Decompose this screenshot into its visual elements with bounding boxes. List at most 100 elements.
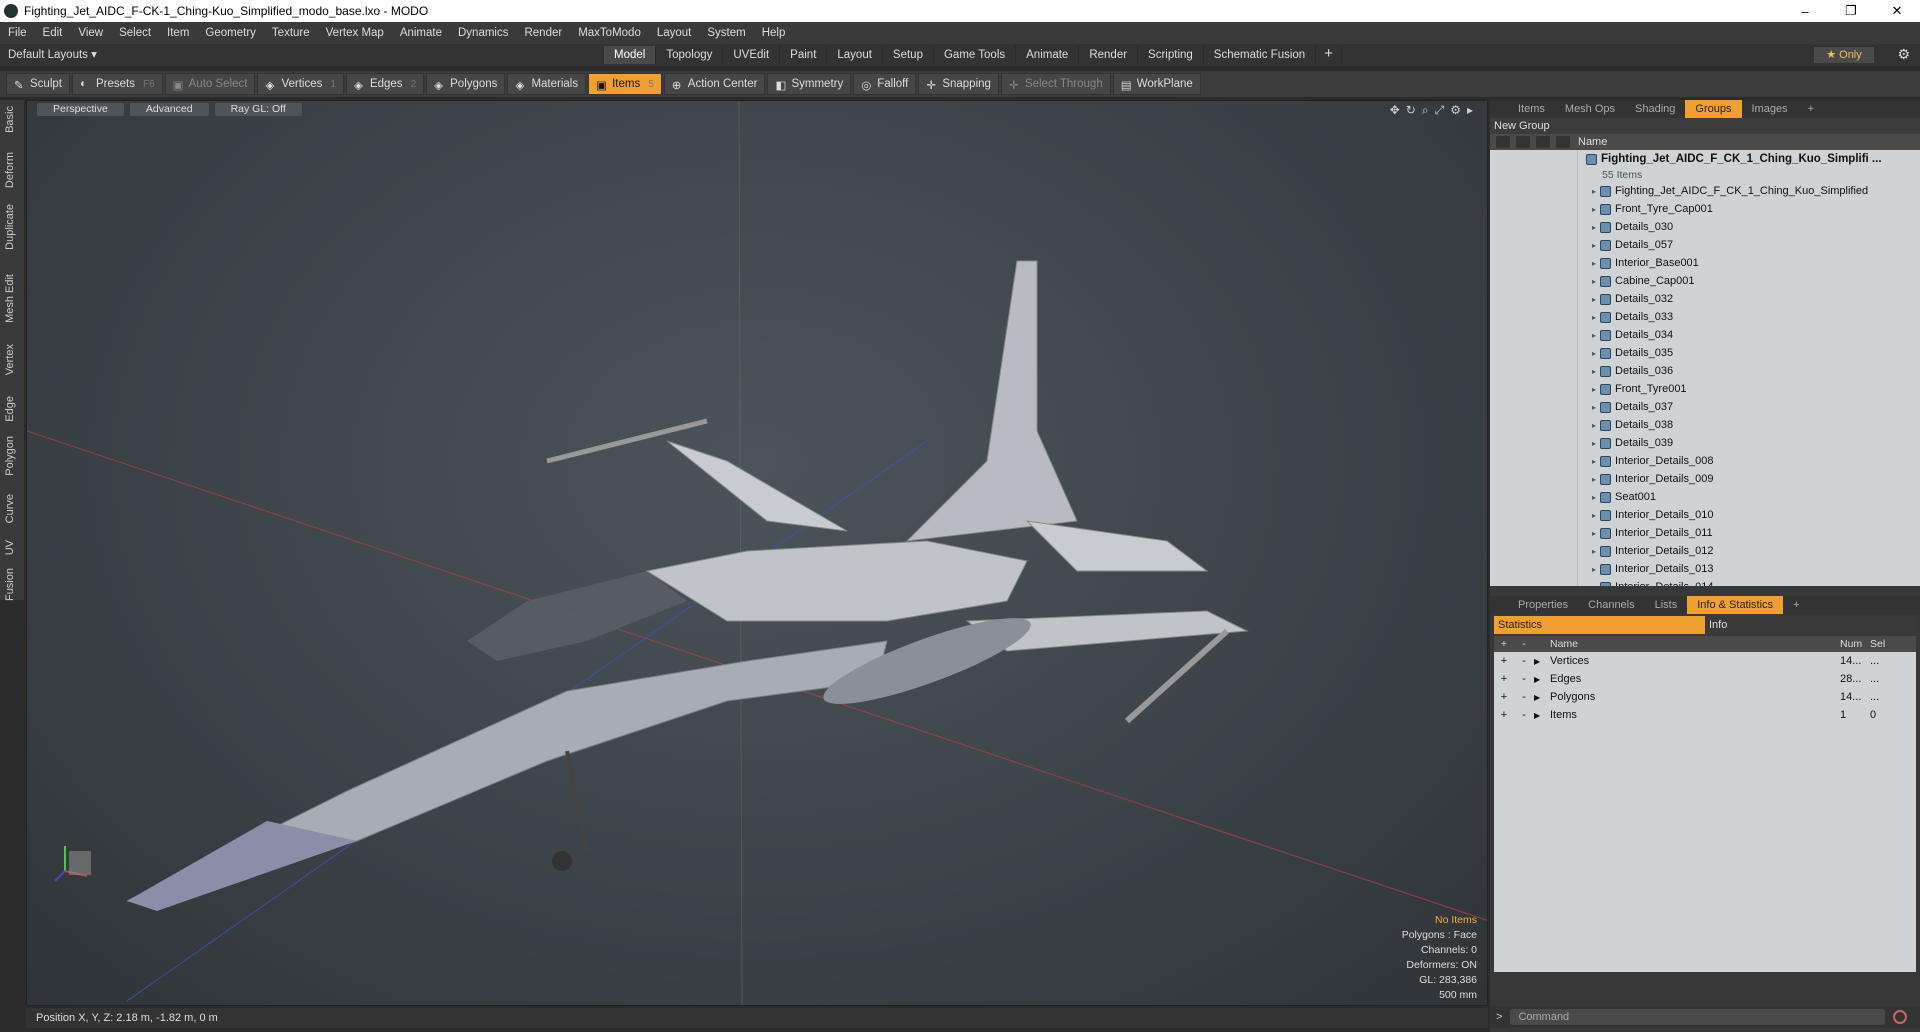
list-item[interactable]: ▸ Seat001 bbox=[1490, 488, 1920, 506]
side-tab-deform[interactable]: Deform bbox=[4, 152, 16, 188]
side-tab-duplicate[interactable]: Duplicate bbox=[4, 204, 16, 250]
triangle-icon[interactable]: ▶ bbox=[1534, 657, 1550, 666]
expand-plus-icon[interactable]: + bbox=[1494, 709, 1514, 721]
tab-animate[interactable]: Animate bbox=[1016, 46, 1080, 64]
list-item[interactable]: ▸ Interior_Details_010 bbox=[1490, 506, 1920, 524]
tab-uvedit[interactable]: UVEdit bbox=[723, 46, 781, 64]
list-item[interactable]: ▸ Interior_Details_012 bbox=[1490, 542, 1920, 560]
raygl-toggle[interactable]: Ray GL: Off bbox=[214, 103, 302, 116]
info-tab-properties[interactable]: Properties bbox=[1508, 596, 1578, 614]
tab-schematic-fusion[interactable]: Schematic Fusion bbox=[1204, 46, 1317, 64]
snapping-button[interactable]: ✛ Snapping bbox=[918, 73, 999, 95]
maximize-button[interactable]: ❐ bbox=[1828, 0, 1874, 22]
list-item[interactable]: ▸ Details_037 bbox=[1490, 398, 1920, 416]
list-item[interactable]: ▸ Details_034 bbox=[1490, 326, 1920, 344]
auto-select-button[interactable]: ▣ Auto Select bbox=[164, 73, 256, 95]
menu-item-help[interactable]: Help bbox=[754, 27, 794, 39]
expand-plus-icon[interactable]: + bbox=[1494, 691, 1514, 703]
list-item[interactable]: ▸ Interior_Details_008 bbox=[1490, 452, 1920, 470]
layout-selector[interactable]: Default Layouts ▾ bbox=[8, 47, 97, 61]
materials-button[interactable]: ◈ Materials bbox=[507, 73, 587, 95]
list-item[interactable]: ▸ Details_030 bbox=[1490, 218, 1920, 236]
edges-button[interactable]: ◈ Edges 2 bbox=[345, 73, 425, 95]
list-item[interactable]: ▸ Interior_Details_014 bbox=[1490, 578, 1920, 586]
expand-arrow-icon[interactable]: ▸ bbox=[1592, 583, 1596, 587]
expand-arrow-icon[interactable]: ▸ bbox=[1592, 529, 1596, 538]
command-input[interactable]: Command bbox=[1510, 1009, 1886, 1025]
rotate-icon[interactable]: ↻ bbox=[1406, 103, 1416, 118]
expand-plus-icon[interactable]: + bbox=[1494, 673, 1514, 685]
expand-arrow-icon[interactable]: ▸ bbox=[1592, 295, 1596, 304]
expand-arrow-icon[interactable]: ▸ bbox=[1592, 457, 1596, 466]
list-item[interactable]: ▸ Front_Tyre_Cap001 bbox=[1490, 200, 1920, 218]
list-item[interactable]: ▸ Interior_Base001 bbox=[1490, 254, 1920, 272]
info-tab-lists[interactable]: Lists bbox=[1645, 596, 1688, 614]
list-item[interactable]: ▸ Details_039 bbox=[1490, 434, 1920, 452]
settings-icon[interactable]: ⚙ bbox=[1450, 103, 1461, 118]
eye-icon[interactable] bbox=[1496, 136, 1510, 148]
list-item[interactable]: ▸ Details_036 bbox=[1490, 362, 1920, 380]
minimize-button[interactable]: – bbox=[1782, 0, 1828, 22]
expand-plus-icon[interactable]: + bbox=[1494, 655, 1514, 667]
triangle-icon[interactable]: ▶ bbox=[1534, 675, 1550, 684]
list-item[interactable]: ▸ Front_Tyre001 bbox=[1490, 380, 1920, 398]
tab-setup[interactable]: Setup bbox=[883, 46, 934, 64]
expand-arrow-icon[interactable]: ▸ bbox=[1592, 403, 1596, 412]
scene-tab-images[interactable]: Images bbox=[1742, 100, 1798, 118]
tab-game-tools[interactable]: Game Tools bbox=[934, 46, 1017, 64]
list-item[interactable]: ▸ Details_038 bbox=[1490, 416, 1920, 434]
side-tab-curve[interactable]: Curve bbox=[4, 494, 16, 523]
menu-item-dynamics[interactable]: Dynamics bbox=[450, 27, 516, 39]
add-panel-tab[interactable]: + bbox=[1798, 100, 1824, 118]
expand-arrow-icon[interactable]: ▸ bbox=[1592, 241, 1596, 250]
list-item[interactable]: ▸ Details_033 bbox=[1490, 308, 1920, 326]
list-item[interactable]: ▸ Details_035 bbox=[1490, 344, 1920, 362]
fit-icon[interactable]: ⤢ bbox=[1435, 103, 1445, 118]
scene-tab-shading[interactable]: Shading bbox=[1625, 100, 1685, 118]
expand-arrow-icon[interactable]: ▸ bbox=[1592, 349, 1596, 358]
expand-arrow-icon[interactable]: ▸ bbox=[1592, 385, 1596, 394]
tab-paint[interactable]: Paint bbox=[780, 46, 828, 64]
menu-item-system[interactable]: System bbox=[699, 27, 753, 39]
expand-arrow-icon[interactable]: ▸ bbox=[1592, 511, 1596, 520]
menu-item-texture[interactable]: Texture bbox=[264, 27, 318, 39]
scene-tab-groups[interactable]: Groups bbox=[1685, 100, 1742, 118]
tab-model[interactable]: Model bbox=[604, 46, 657, 64]
lock-icon[interactable] bbox=[1536, 136, 1550, 148]
list-item[interactable]: ▸ Details_032 bbox=[1490, 290, 1920, 308]
list-item[interactable]: ▸ Cabine_Cap001 bbox=[1490, 272, 1920, 290]
close-button[interactable]: ✕ bbox=[1874, 0, 1920, 22]
menu-item-geometry[interactable]: Geometry bbox=[197, 27, 264, 39]
menu-item-file[interactable]: File bbox=[0, 27, 35, 39]
gear-icon[interactable]: ⚙ bbox=[1897, 46, 1910, 63]
expand-arrow-icon[interactable]: ▸ bbox=[1592, 547, 1596, 556]
scene-tab-items[interactable]: Items bbox=[1508, 100, 1555, 118]
list-item[interactable]: ▸ Interior_Details_013 bbox=[1490, 560, 1920, 578]
zoom-icon[interactable]: ⌕ bbox=[1422, 103, 1429, 118]
render-icon[interactable] bbox=[1516, 136, 1530, 148]
info-tab[interactable]: Info bbox=[1705, 616, 1916, 634]
list-item[interactable]: ▸ Interior_Details_011 bbox=[1490, 524, 1920, 542]
menu-item-render[interactable]: Render bbox=[516, 27, 570, 39]
presets-button[interactable]: ◐ Presets F6 bbox=[71, 73, 163, 95]
select-icon[interactable] bbox=[1556, 136, 1570, 148]
menu-item-view[interactable]: View bbox=[70, 27, 111, 39]
list-item[interactable]: ▸ Details_057 bbox=[1490, 236, 1920, 254]
expand-arrow-icon[interactable]: ▸ bbox=[1592, 187, 1596, 196]
statistics-tab[interactable]: Statistics bbox=[1494, 616, 1705, 634]
menu-item-edit[interactable]: Edit bbox=[35, 27, 71, 39]
triangle-icon[interactable]: ▶ bbox=[1534, 693, 1550, 702]
group-root-row[interactable]: Fighting_Jet_AIDC_F_CK_1_Ching_Kuo_Simpl… bbox=[1490, 150, 1920, 168]
sculpt-button[interactable]: ✎ Sculpt bbox=[6, 73, 70, 95]
expand-arrow-icon[interactable]: ▸ bbox=[1592, 565, 1596, 574]
view-mode-button[interactable]: Perspective bbox=[37, 103, 124, 116]
tab-topology[interactable]: Topology bbox=[656, 46, 724, 64]
items-button[interactable]: ▣ Items 5 bbox=[588, 73, 662, 95]
falloff-button[interactable]: ◎ Falloff bbox=[853, 73, 917, 95]
expand-arrow-icon[interactable]: ▸ bbox=[1592, 475, 1596, 484]
polygons-button[interactable]: ◈ Polygons bbox=[426, 73, 506, 95]
symmetry-button[interactable]: ◧ Symmetry bbox=[767, 73, 852, 95]
pan-icon[interactable]: ✥ bbox=[1390, 103, 1400, 118]
side-tab-mesh-edit[interactable]: Mesh Edit bbox=[4, 274, 16, 323]
scene-tab-mesh-ops[interactable]: Mesh Ops bbox=[1555, 100, 1625, 118]
